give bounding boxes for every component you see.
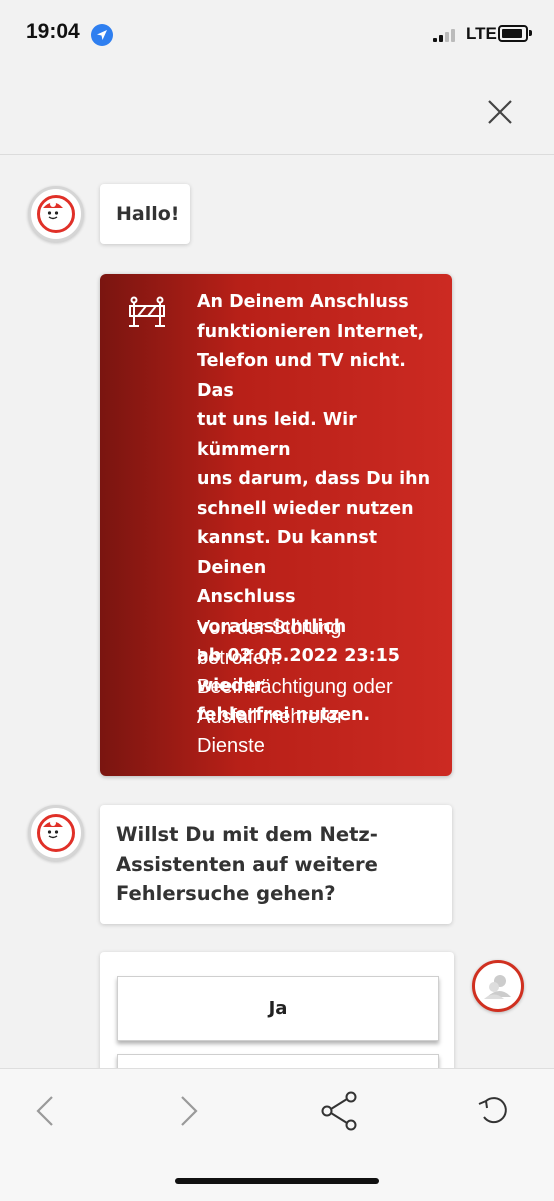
home-indicator — [175, 1178, 379, 1184]
battery-icon — [498, 25, 528, 42]
battery-tip — [529, 30, 532, 36]
alert-affected-services: Von der Störung betroffen: Beeinträchtig… — [197, 617, 393, 757]
status-time: 19:04 — [26, 20, 80, 43]
outage-alert-card: An Deinem Anschluss funktionieren Intern… — [100, 274, 452, 776]
answer-options: Ja — [100, 952, 454, 1068]
chevron-right-icon[interactable] — [166, 1089, 210, 1133]
close-icon[interactable] — [480, 92, 520, 132]
chat-area[interactable]: Hallo! An Deinem Anschluss funktionieren… — [0, 155, 554, 1068]
chat-header — [0, 70, 554, 155]
network-type: LTE — [466, 24, 497, 43]
option-second-button[interactable] — [117, 1054, 439, 1068]
question-bubble: Willst Du mit dem Netz- Assistenten auf … — [100, 805, 452, 924]
bot-avatar-icon — [28, 186, 84, 242]
share-icon[interactable] — [317, 1089, 361, 1133]
greeting-bubble: Hallo! — [100, 184, 190, 244]
cellular-signal-icon — [433, 28, 461, 42]
bot-avatar-icon — [28, 805, 84, 861]
status-bar: 19:04 LTE — [0, 0, 554, 70]
roadblock-icon — [129, 296, 165, 327]
reload-icon[interactable] — [472, 1089, 516, 1133]
location-arrow-icon — [91, 24, 113, 46]
option-yes-button[interactable]: Ja — [117, 976, 439, 1041]
chevron-left-icon[interactable] — [24, 1089, 68, 1133]
user-avatar-icon — [472, 960, 524, 1012]
